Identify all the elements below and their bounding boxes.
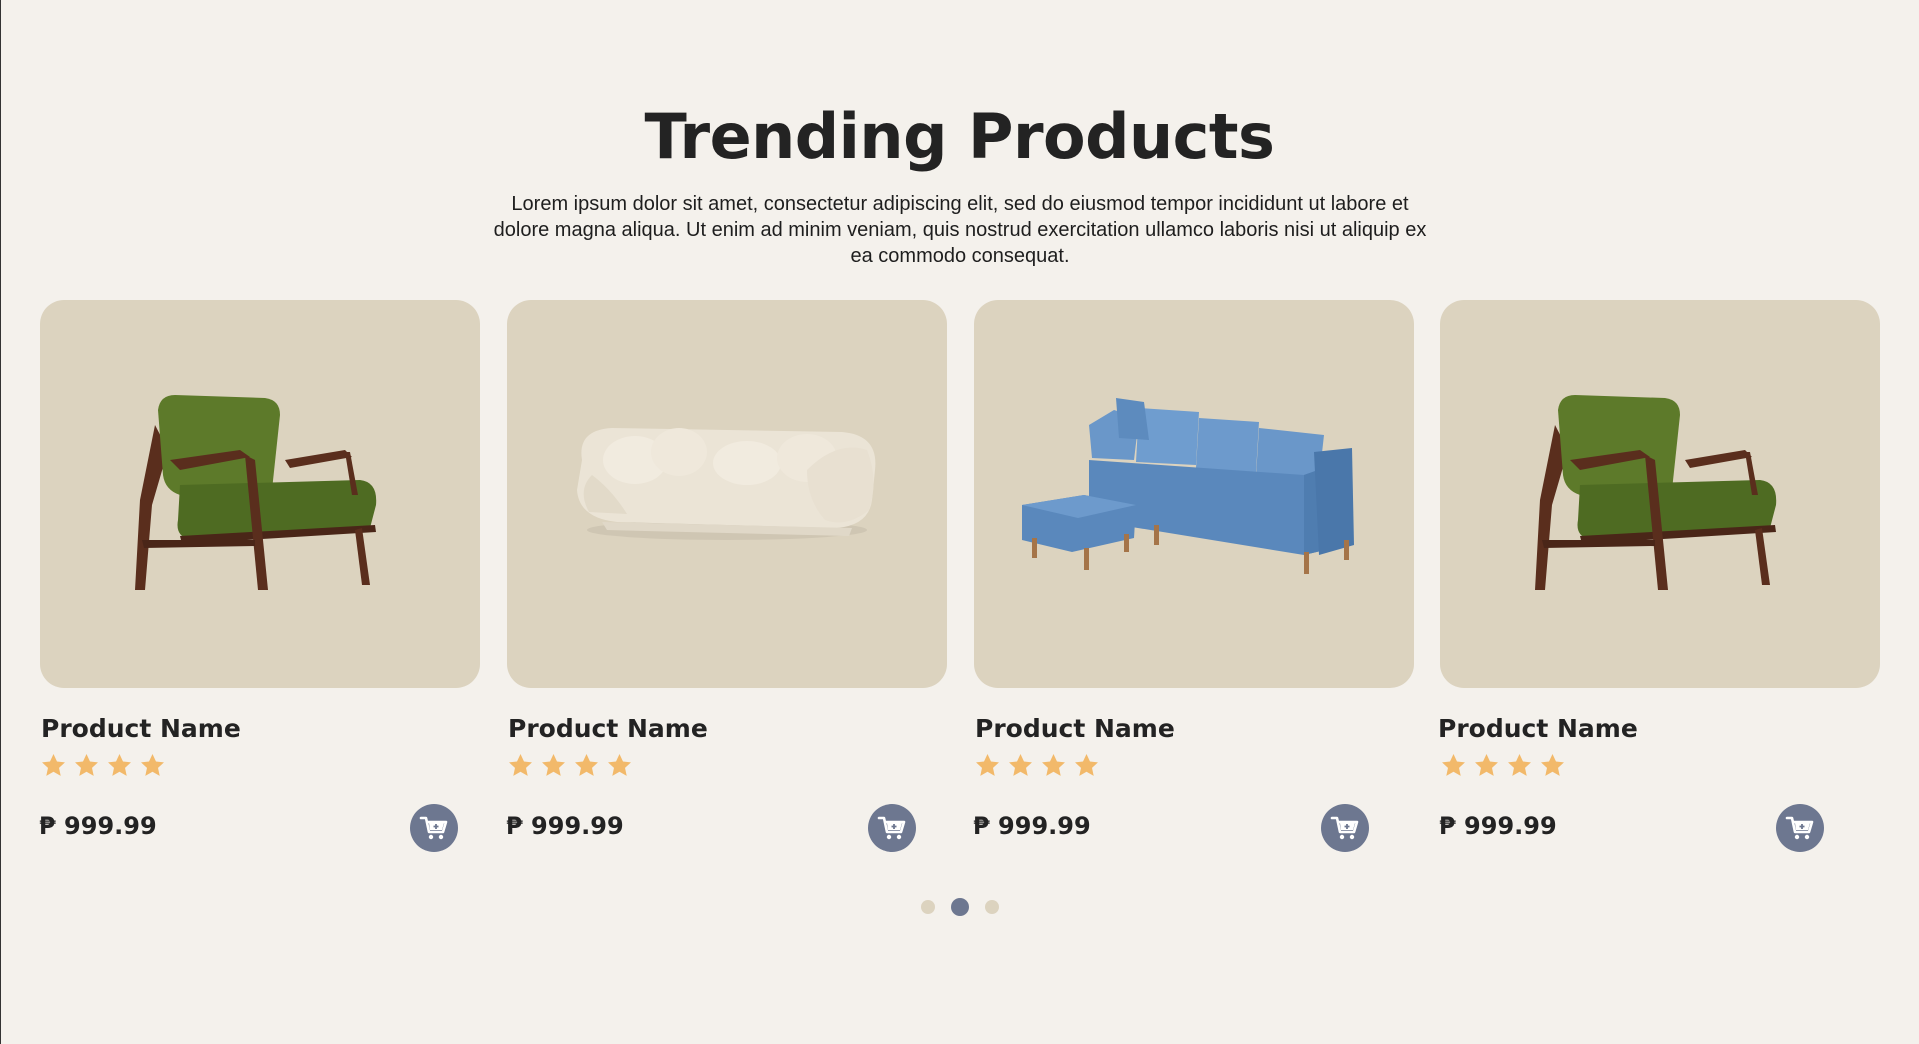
star-icon (542, 754, 565, 776)
blue-sofa-ottoman-image (1022, 398, 1354, 574)
add-to-cart-button[interactable] (868, 804, 916, 852)
star-icon (1442, 754, 1465, 776)
cart-plus-icon (1785, 816, 1814, 840)
star-icon (509, 754, 532, 776)
star-icon (1042, 754, 1065, 776)
product-name[interactable]: Product Name (41, 714, 241, 743)
add-to-cart-button[interactable] (1776, 804, 1824, 852)
star-icon (1508, 754, 1531, 776)
star-icon (75, 754, 98, 776)
add-to-cart-button[interactable] (410, 804, 458, 852)
star-icon (575, 754, 598, 776)
star-icon (108, 754, 131, 776)
star-icon (1541, 754, 1564, 776)
section-description: Lorem ipsum dolor sit amet, consectetur … (493, 193, 1427, 267)
product-image[interactable] (974, 300, 1414, 688)
pagination-dot-3[interactable] (984, 900, 999, 914)
product-rating (507, 752, 633, 782)
green-armchair-image (135, 395, 377, 590)
product-card[interactable]: Product Name ₱ 999.99 (506, 300, 947, 860)
pagination-dot-1[interactable] (920, 900, 935, 914)
product-price: ₱ 999.99 (1439, 812, 1557, 840)
section-title: Trending Products (644, 100, 1275, 173)
product-name[interactable]: Product Name (1438, 714, 1638, 743)
star-icon (42, 754, 65, 776)
star-icon (1075, 754, 1098, 776)
star-icon (141, 754, 164, 776)
carousel-pagination (0, 898, 1919, 916)
cart-plus-icon (1330, 816, 1359, 840)
product-price: ₱ 999.99 (39, 812, 157, 840)
product-card[interactable]: Product Name ₱ 999.99 (1438, 300, 1880, 860)
product-price: ₱ 999.99 (973, 812, 1091, 840)
star-icon (1009, 754, 1032, 776)
add-to-cart-button[interactable] (1321, 804, 1369, 852)
star-icon (976, 754, 999, 776)
pagination-dot-2-active[interactable] (950, 898, 969, 916)
product-name[interactable]: Product Name (975, 714, 1175, 743)
cart-plus-icon (419, 816, 448, 840)
star-icon (1475, 754, 1498, 776)
product-rating (974, 752, 1100, 782)
product-image[interactable] (40, 300, 480, 688)
product-rating (40, 752, 166, 782)
product-rating (1440, 752, 1566, 782)
product-image[interactable] (507, 300, 947, 688)
product-card[interactable]: Product Name ₱ 999.99 (973, 300, 1414, 860)
product-card[interactable]: Product Name ₱ 999.99 (39, 300, 480, 860)
product-image[interactable] (1440, 300, 1880, 688)
star-icon (608, 754, 631, 776)
product-name[interactable]: Product Name (508, 714, 708, 743)
cream-sofa-image (577, 428, 876, 540)
product-price: ₱ 999.99 (506, 812, 624, 840)
green-armchair-image (1535, 395, 1777, 590)
cart-plus-icon (877, 816, 906, 840)
